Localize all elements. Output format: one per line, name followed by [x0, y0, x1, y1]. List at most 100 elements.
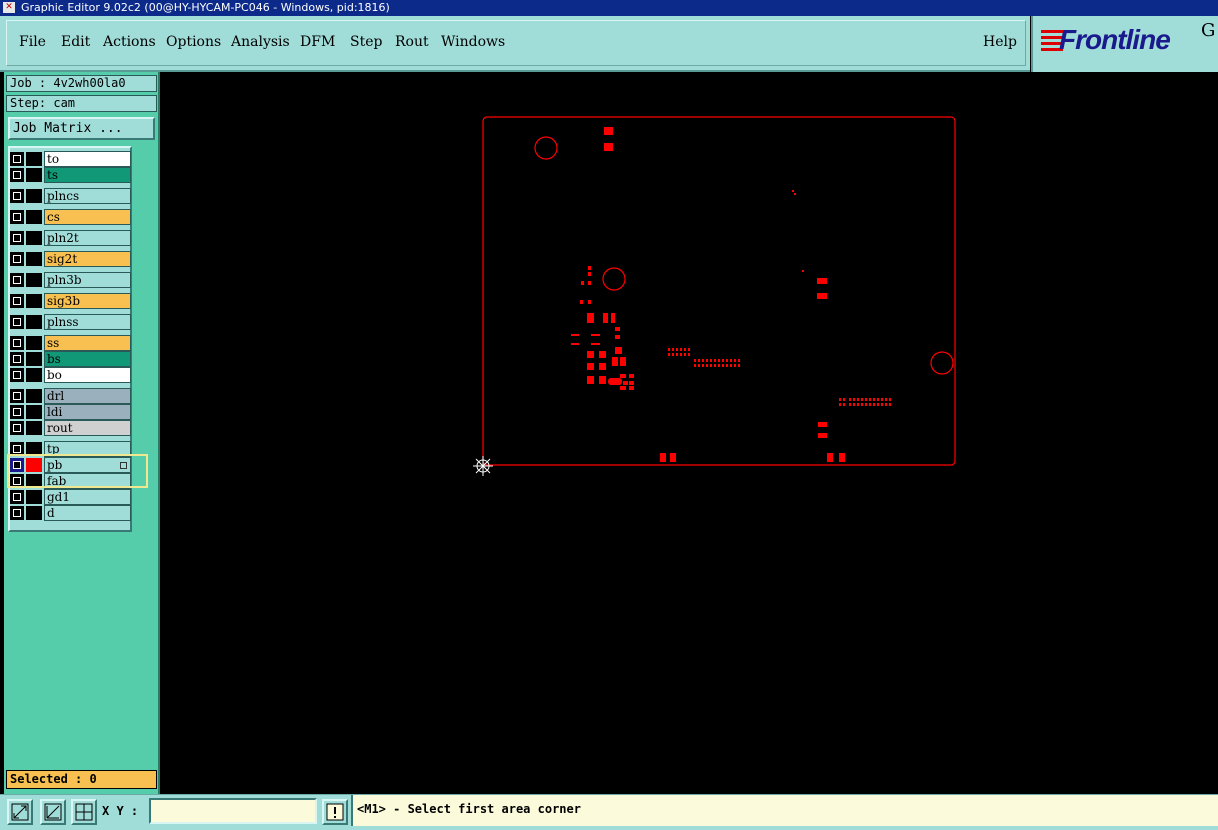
- layer-name[interactable]: plncs: [44, 188, 131, 204]
- layer-row-cs[interactable]: cs: [9, 209, 131, 225]
- layer-name[interactable]: d: [44, 505, 131, 521]
- layer-affected-indicator[interactable]: [26, 421, 42, 435]
- layer-checkbox[interactable]: [10, 389, 24, 403]
- layer-checkbox[interactable]: [10, 210, 24, 224]
- smd-pad: [599, 376, 606, 384]
- menu-options[interactable]: Options: [166, 34, 221, 50]
- layer-row-plncs[interactable]: plncs: [9, 188, 131, 204]
- layer-affected-indicator[interactable]: [26, 210, 42, 224]
- layer-row-ldi[interactable]: ldi: [9, 404, 131, 420]
- layer-row-drl[interactable]: drl: [9, 388, 131, 404]
- smd-pad: [587, 376, 594, 384]
- grid-button[interactable]: [71, 799, 97, 825]
- xy-input[interactable]: [149, 798, 317, 824]
- layer-affected-indicator[interactable]: [26, 231, 42, 245]
- menu-step[interactable]: Step: [350, 34, 382, 50]
- layer-name[interactable]: pln2t: [44, 230, 131, 246]
- layer-name[interactable]: rout: [44, 420, 131, 436]
- layer-affected-indicator[interactable]: [26, 368, 42, 382]
- menu-help[interactable]: Help: [983, 34, 1017, 50]
- layer-affected-indicator[interactable]: [26, 189, 42, 203]
- layer-row-pln2t[interactable]: pln2t: [9, 230, 131, 246]
- layer-work-marker: [15, 447, 21, 453]
- layer-checkbox[interactable]: [10, 231, 24, 245]
- layer-affected-indicator[interactable]: [26, 506, 42, 520]
- layer-checkbox[interactable]: [10, 421, 24, 435]
- layer-checkbox[interactable]: [10, 152, 24, 166]
- layer-affected-indicator[interactable]: [26, 352, 42, 366]
- layer-name[interactable]: sig3b: [44, 293, 131, 309]
- layer-row-gd1[interactable]: gd1: [9, 489, 131, 505]
- grid-icon: [75, 803, 93, 821]
- title-bar: ✕ Graphic Editor 9.02c2 (00@HY-HYCAM-PC0…: [0, 0, 1218, 16]
- zoom-to-fit-button[interactable]: [7, 799, 33, 825]
- layer-row-bo[interactable]: bo: [9, 367, 131, 383]
- layer-affected-indicator[interactable]: [26, 389, 42, 403]
- layer-checkbox[interactable]: [10, 315, 24, 329]
- menu-dfm[interactable]: DFM: [300, 34, 335, 50]
- smd-pad: [571, 334, 579, 336]
- frontline-logo: Frontline G: [1031, 16, 1218, 72]
- menu-windows[interactable]: Windows: [441, 34, 505, 50]
- graphic-canvas[interactable]: [160, 72, 1218, 794]
- menu-rout[interactable]: Rout: [395, 34, 429, 50]
- status-bar: X Y : <M1> - Select first area corner: [0, 794, 1218, 830]
- layer-row-to[interactable]: to: [9, 151, 131, 167]
- layer-affected-indicator[interactable]: [26, 315, 42, 329]
- layer-name[interactable]: ldi: [44, 404, 131, 420]
- layer-row-bs[interactable]: bs: [9, 351, 131, 367]
- layer-row-ts[interactable]: ts: [9, 167, 131, 183]
- layer-checkbox[interactable]: [10, 405, 24, 419]
- layer-name[interactable]: bo: [44, 367, 131, 383]
- layer-checkbox[interactable]: [10, 294, 24, 308]
- layer-checkbox[interactable]: [10, 352, 24, 366]
- layer-affected-indicator[interactable]: [26, 152, 42, 166]
- layer-affected-indicator[interactable]: [26, 294, 42, 308]
- menu-edit[interactable]: Edit: [61, 34, 90, 50]
- layer-checkbox[interactable]: [10, 168, 24, 182]
- smd-pad: [591, 343, 600, 345]
- smd-pad: [615, 347, 622, 354]
- layer-name[interactable]: ss: [44, 335, 131, 351]
- layer-name[interactable]: to: [44, 151, 131, 167]
- layer-checkbox[interactable]: [10, 368, 24, 382]
- layer-name[interactable]: pln3b: [44, 272, 131, 288]
- layer-row-d[interactable]: d: [9, 505, 131, 521]
- layer-affected-indicator[interactable]: [26, 168, 42, 182]
- menu-analysis[interactable]: Analysis: [231, 34, 290, 50]
- layer-checkbox[interactable]: [10, 273, 24, 287]
- layer-affected-indicator[interactable]: [26, 490, 42, 504]
- menu-file[interactable]: File: [19, 34, 46, 50]
- info-button[interactable]: [322, 799, 348, 825]
- xy-label: X Y :: [102, 804, 139, 818]
- menu-actions[interactable]: Actions: [103, 34, 156, 50]
- smd-pad: [608, 378, 622, 385]
- layer-checkbox[interactable]: [10, 189, 24, 203]
- layer-name[interactable]: cs: [44, 209, 131, 225]
- layer-checkbox[interactable]: [10, 506, 24, 520]
- logo-suffix: G: [1201, 20, 1216, 41]
- layer-name[interactable]: bs: [44, 351, 131, 367]
- layer-name[interactable]: drl: [44, 388, 131, 404]
- layer-name[interactable]: gd1: [44, 489, 131, 505]
- layer-affected-indicator[interactable]: [26, 405, 42, 419]
- layer-row-pln3b[interactable]: pln3b: [9, 272, 131, 288]
- measure-icon: [44, 803, 62, 821]
- layer-name[interactable]: sig2t: [44, 251, 131, 267]
- layer-row-ss[interactable]: ss: [9, 335, 131, 351]
- layer-name[interactable]: plnss: [44, 314, 131, 330]
- layer-name[interactable]: ts: [44, 167, 131, 183]
- menu-bar: File Edit Actions Options Analysis DFM S…: [0, 16, 1030, 72]
- measure-button[interactable]: [40, 799, 66, 825]
- layer-checkbox[interactable]: [10, 252, 24, 266]
- layer-row-plnss[interactable]: plnss: [9, 314, 131, 330]
- layer-affected-indicator[interactable]: [26, 336, 42, 350]
- layer-row-sig2t[interactable]: sig2t: [9, 251, 131, 267]
- layer-row-rout[interactable]: rout: [9, 420, 131, 436]
- job-matrix-button[interactable]: Job Matrix ...: [8, 117, 155, 140]
- layer-checkbox[interactable]: [10, 490, 24, 504]
- layer-affected-indicator[interactable]: [26, 273, 42, 287]
- layer-row-sig3b[interactable]: sig3b: [9, 293, 131, 309]
- layer-checkbox[interactable]: [10, 336, 24, 350]
- layer-affected-indicator[interactable]: [26, 252, 42, 266]
